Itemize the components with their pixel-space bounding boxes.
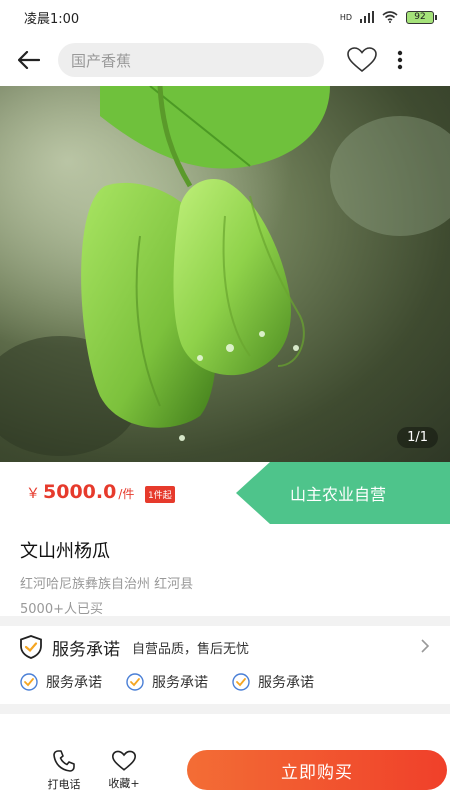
- status-time: 凌晨1:00: [24, 11, 80, 27]
- sold-count: 5000+人已买: [20, 602, 103, 617]
- service-item: 服务承诺: [232, 672, 314, 692]
- more-vertical-icon: [397, 50, 403, 70]
- price-row: ￥ 5000.0 /件 1件起 山主农业自营: [0, 462, 450, 524]
- service-section[interactable]: 服务承诺 自营品质，售后无忧 服务承诺 服务承诺 服务承诺: [0, 626, 450, 704]
- min-order-badge: 1件起: [145, 486, 175, 503]
- check-circle-icon: [232, 673, 250, 691]
- call-button[interactable]: 打电话: [34, 740, 94, 800]
- service-title: 服务承诺: [52, 639, 120, 660]
- back-arrow-icon: [18, 51, 40, 69]
- product-image[interactable]: 1/1: [0, 86, 450, 462]
- service-item-label: 服务承诺: [46, 675, 102, 691]
- section-divider: [0, 704, 450, 714]
- phone-icon: [53, 749, 75, 772]
- collect-label: 收藏+: [108, 776, 140, 790]
- signal-icon: [360, 11, 374, 23]
- heart-icon: [347, 47, 377, 73]
- shop-name: 山主农业自营: [290, 485, 387, 504]
- service-item-label: 服务承诺: [258, 675, 314, 691]
- service-item-label: 服务承诺: [152, 675, 208, 691]
- heart-icon: [112, 750, 136, 771]
- more-menu-button[interactable]: [390, 34, 410, 86]
- search-placeholder: 国产香蕉: [71, 51, 132, 70]
- price: ￥ 5000.0 /件: [26, 481, 134, 503]
- battery-level: 92: [414, 12, 426, 22]
- image-counter: 1/1: [397, 427, 438, 448]
- product-origin: 红河哈尼族彝族自治州 红河县: [20, 577, 194, 592]
- shop-banner[interactable]: 山主农业自营: [236, 462, 450, 524]
- price-unit: /件: [118, 487, 135, 501]
- check-circle-icon: [20, 673, 38, 691]
- call-label: 打电话: [47, 777, 81, 791]
- collect-button[interactable]: 收藏+: [94, 740, 154, 800]
- price-value: 5000.0: [43, 481, 117, 503]
- service-item: 服务承诺: [126, 672, 208, 692]
- section-divider: [0, 616, 450, 626]
- product-info: 文山州杨瓜 红河哈尼族彝族自治州 红河县 5000+人已买: [0, 524, 450, 617]
- service-items: 服务承诺 服务承诺 服务承诺: [20, 668, 450, 696]
- chevron-right-icon: [421, 639, 430, 653]
- check-circle-icon: [126, 673, 144, 691]
- network-label: HD: [339, 12, 352, 22]
- service-description: 自营品质，售后无忧: [132, 641, 250, 657]
- product-title: 文山州杨瓜: [20, 541, 110, 562]
- top-bar: 国产香蕉: [0, 34, 450, 86]
- battery-icon: 92: [406, 10, 437, 24]
- price-currency: ￥: [26, 486, 40, 502]
- chayote-image: [0, 86, 450, 462]
- shield-check-icon: [20, 635, 42, 659]
- favorite-button[interactable]: [346, 34, 378, 86]
- wifi-icon: [382, 11, 398, 23]
- buy-now-button[interactable]: 立即购买: [187, 750, 447, 790]
- status-bar: 凌晨1:00 HD 92: [0, 0, 450, 34]
- status-icons: HD 92: [339, 10, 437, 24]
- bottom-action-bar: 打电话 收藏+ 立即购买: [0, 740, 450, 800]
- buy-now-label: 立即购买: [281, 762, 353, 783]
- back-button[interactable]: [0, 34, 58, 86]
- service-header: 服务承诺 自营品质，售后无忧: [20, 626, 450, 668]
- service-item: 服务承诺: [20, 672, 102, 692]
- search-input[interactable]: 国产香蕉: [58, 43, 324, 77]
